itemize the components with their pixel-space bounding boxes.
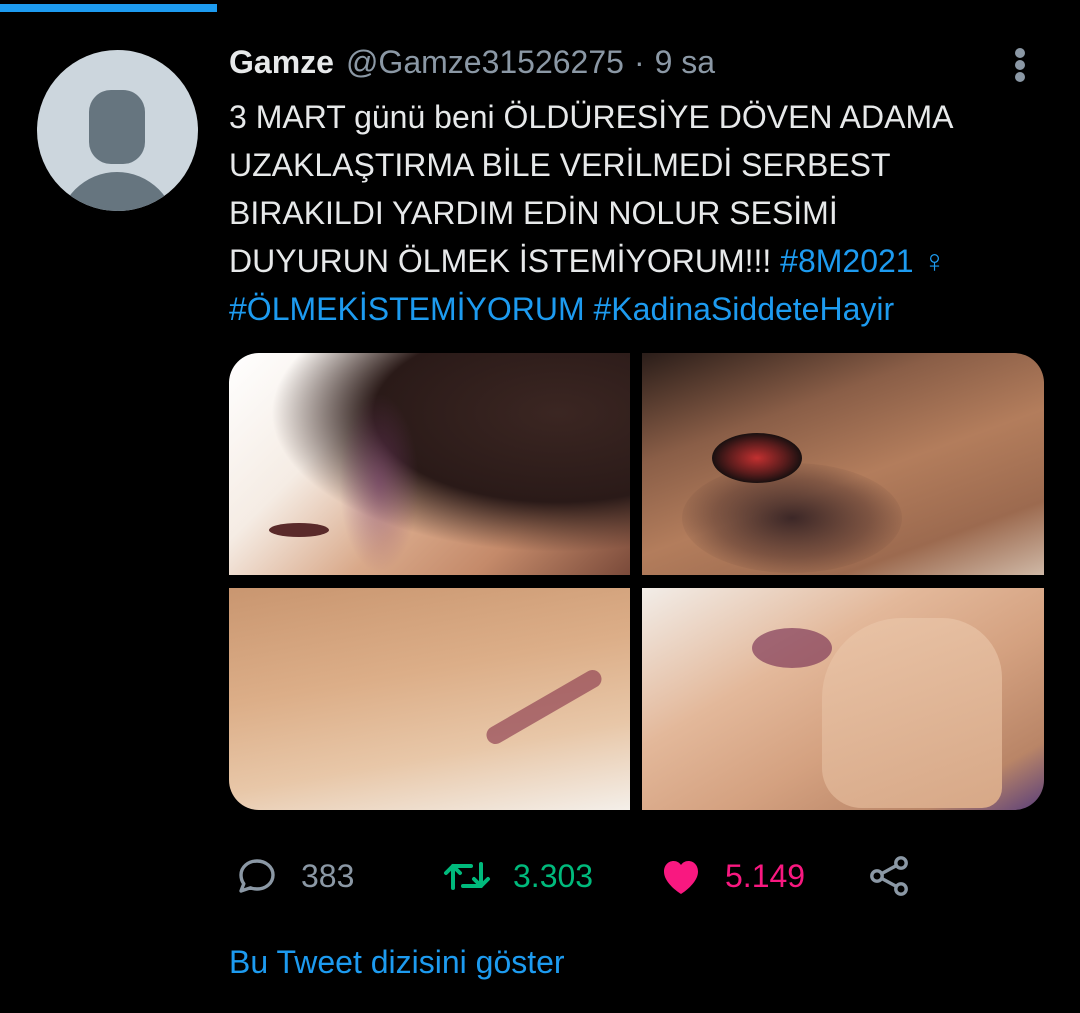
photo-detail-bruise bbox=[682, 463, 902, 573]
author-name[interactable]: Gamze bbox=[229, 44, 334, 81]
like-button[interactable]: 5.149 bbox=[657, 848, 805, 904]
progress-fill bbox=[0, 4, 217, 12]
tweet-text-line-with-hashtag: DUYURUN ÖLMEK İSTEMİYORUM!!! #8M2021 ♀ bbox=[229, 237, 1059, 285]
photo-detail-eye bbox=[269, 523, 329, 537]
retweet-button[interactable]: 3.303 bbox=[441, 848, 593, 904]
hashtag-olmekistemiyorum[interactable]: #ÖLMEKİSTEMİYORUM bbox=[229, 291, 585, 327]
more-options-icon[interactable] bbox=[1008, 48, 1032, 82]
hashtag-kadinasiddetehayir[interactable]: #KadinaSiddeteHayir bbox=[594, 291, 895, 327]
tweet-header: Gamze @Gamze31526275 · 9 sa bbox=[229, 44, 715, 88]
share-icon bbox=[870, 856, 908, 896]
photo-detail-bruise bbox=[339, 393, 419, 573]
tweet-time[interactable]: 9 sa bbox=[655, 44, 715, 81]
retweet-icon bbox=[444, 862, 490, 890]
tweet-hashtag-line: #ÖLMEKİSTEMİYORUM #KadinaSiddeteHayir bbox=[229, 285, 1059, 333]
photo-detail-hair bbox=[269, 353, 630, 553]
photo-bruised-lip[interactable] bbox=[642, 588, 1044, 810]
photo-bruised-temple[interactable] bbox=[229, 353, 630, 575]
tweet-text-line: UZAKLAŞTIRMA BİLE VERİLMEDİ SERBEST bbox=[229, 147, 891, 183]
photo-detail-lip bbox=[752, 628, 832, 668]
tweet-text: 3 MART günü beni ÖLDÜRESİYE DÖVEN ADAMA … bbox=[229, 93, 1059, 333]
avatar[interactable] bbox=[37, 50, 198, 211]
reply-button[interactable]: 383 bbox=[233, 848, 354, 904]
progress-track bbox=[0, 0, 1080, 12]
avatar-body-shape bbox=[58, 172, 176, 211]
reply-icon bbox=[239, 859, 275, 893]
photo-detail-hand bbox=[822, 618, 1002, 808]
heart-icon bbox=[664, 861, 698, 894]
female-sign-emoji: ♀ bbox=[922, 243, 947, 279]
retweet-count: 3.303 bbox=[513, 857, 594, 894]
separator-dot: · bbox=[633, 44, 645, 80]
tweet-text-line: 3 MART günü beni ÖLDÜRESİYE DÖVEN ADAMA bbox=[229, 99, 954, 135]
media-grid bbox=[229, 353, 1044, 810]
tweet-actions: 383 3.303 5.149 bbox=[229, 848, 989, 904]
like-count: 5.149 bbox=[725, 857, 806, 894]
avatar-head-shape bbox=[89, 90, 145, 164]
tweet-text-line: BIRAKILDI YARDIM EDİN NOLUR SESİMİ bbox=[229, 195, 838, 231]
photo-detail-eye bbox=[712, 433, 802, 483]
share-button[interactable] bbox=[865, 848, 913, 904]
reply-count: 383 bbox=[301, 857, 355, 894]
hashtag-8m2021[interactable]: #8M2021 bbox=[780, 243, 913, 279]
show-thread-link[interactable]: Bu Tweet dizisini göster bbox=[229, 944, 565, 981]
photo-bruised-eye[interactable] bbox=[642, 353, 1044, 575]
photo-detail-mark bbox=[483, 666, 605, 748]
tweet-text-segment: DUYURUN ÖLMEK İSTEMİYORUM!!! bbox=[229, 243, 772, 279]
author-handle[interactable]: @Gamze31526275 bbox=[346, 44, 624, 81]
photo-bruised-neck[interactable] bbox=[229, 588, 630, 810]
